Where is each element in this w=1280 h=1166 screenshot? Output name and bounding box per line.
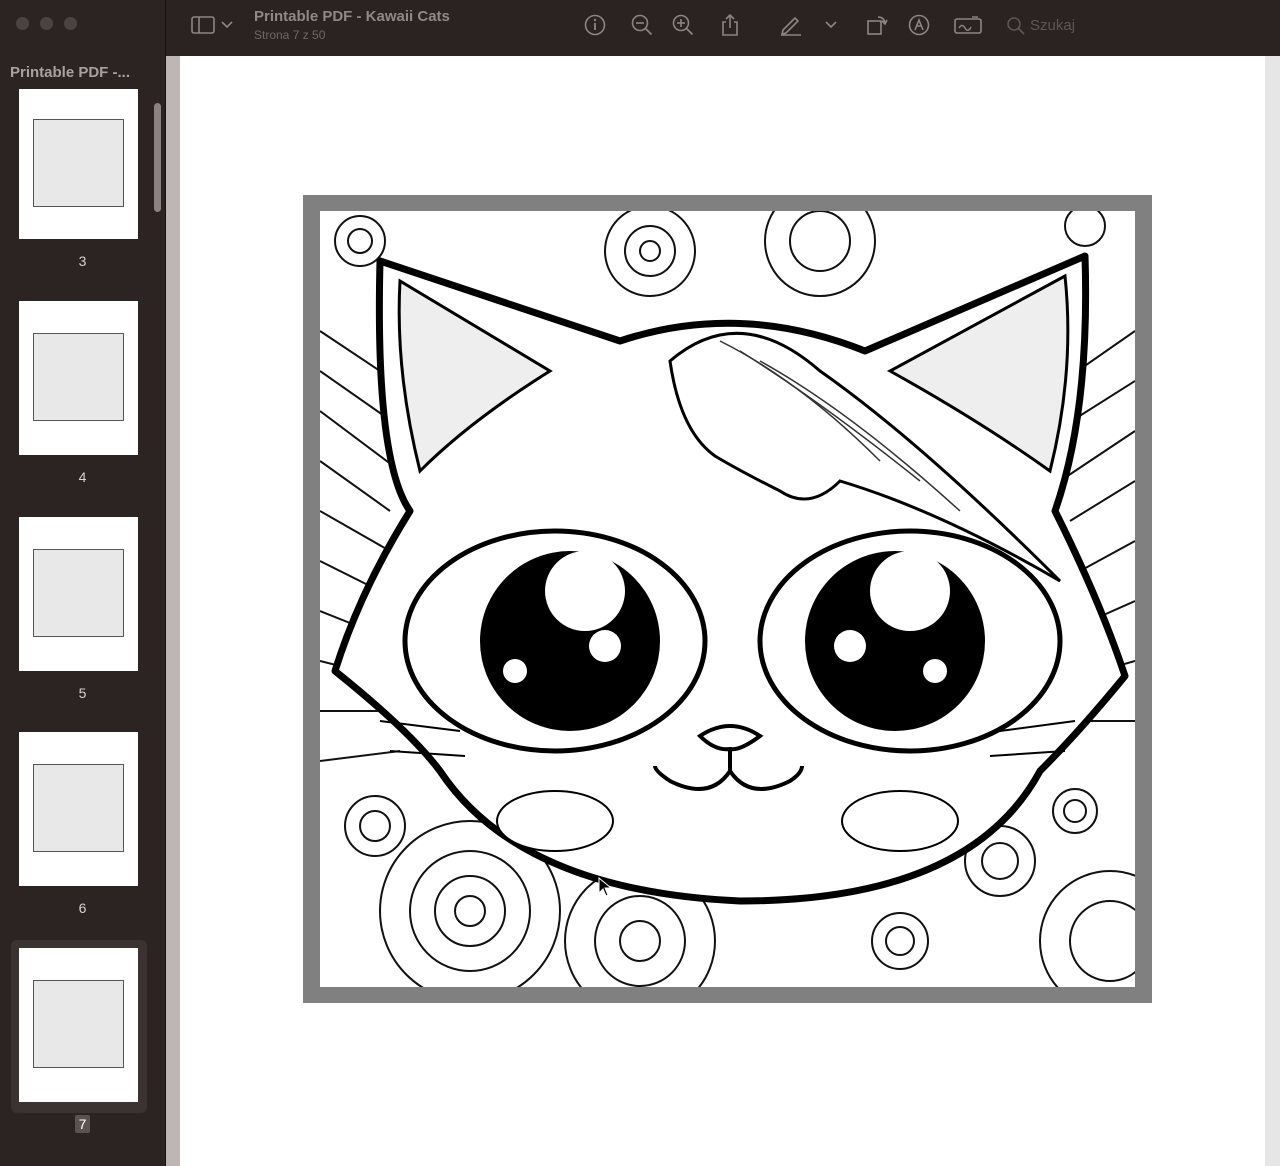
thumbnail-image	[33, 980, 124, 1068]
signature-icon[interactable]	[954, 12, 982, 38]
sidebar-toggle-icon[interactable]	[190, 12, 216, 38]
page-thumbnail[interactable]	[19, 517, 138, 671]
page-thumbnail[interactable]	[19, 89, 138, 239]
page-thumbnail[interactable]	[19, 732, 138, 886]
sidebar-title: Printable PDF -...	[10, 64, 131, 81]
page-thumbnail[interactable]	[19, 301, 138, 455]
page-thumbnail-label: 7	[0, 1115, 165, 1133]
search-field[interactable]: Szukaj	[1002, 13, 1262, 39]
minimize-window-button[interactable]	[40, 17, 53, 30]
page-status: Strona 7 z 50	[254, 28, 326, 42]
zoom-in-icon[interactable]	[670, 12, 696, 38]
thumbnail-image	[33, 119, 124, 207]
sidebar: Printable PDF -... 3 4 5 6 7	[0, 0, 166, 1166]
document-title: Printable PDF - Kawaii Cats	[254, 8, 450, 25]
toolbar: Printable PDF - Kawaii Cats Strona 7 z 5…	[166, 0, 1280, 56]
share-icon[interactable]	[717, 12, 743, 38]
sidebar-scrollbar[interactable]	[154, 103, 161, 212]
zoom-out-icon[interactable]	[629, 12, 655, 38]
page-thumbnail-label: 4	[78, 469, 87, 485]
zoom-window-button[interactable]	[64, 17, 77, 30]
mouse-cursor-icon	[598, 876, 613, 902]
markup-pen-icon[interactable]	[778, 12, 804, 38]
close-window-button[interactable]	[16, 17, 29, 30]
window-controls	[16, 17, 77, 30]
thumbnail-image	[33, 764, 124, 852]
vertical-scrollbar[interactable]	[1265, 56, 1280, 1166]
page-thumbnail-selected[interactable]	[19, 948, 138, 1102]
page-thumbnail-label: 3	[78, 253, 87, 269]
chevron-down-icon[interactable]	[218, 12, 236, 38]
thumbnail-image	[33, 333, 124, 421]
search-icon	[1006, 16, 1026, 40]
thumbnail-image	[33, 549, 124, 637]
info-icon[interactable]	[582, 12, 608, 38]
page-thumbnail-label: 5	[78, 685, 87, 701]
search-placeholder: Szukaj	[1030, 17, 1076, 34]
page-thumbnail-label: 6	[78, 900, 87, 916]
annotate-icon[interactable]	[906, 12, 932, 38]
chevron-down-icon[interactable]	[822, 12, 840, 38]
rotate-icon[interactable]	[864, 12, 890, 38]
kawaii-cat-illustration	[320, 211, 1135, 987]
